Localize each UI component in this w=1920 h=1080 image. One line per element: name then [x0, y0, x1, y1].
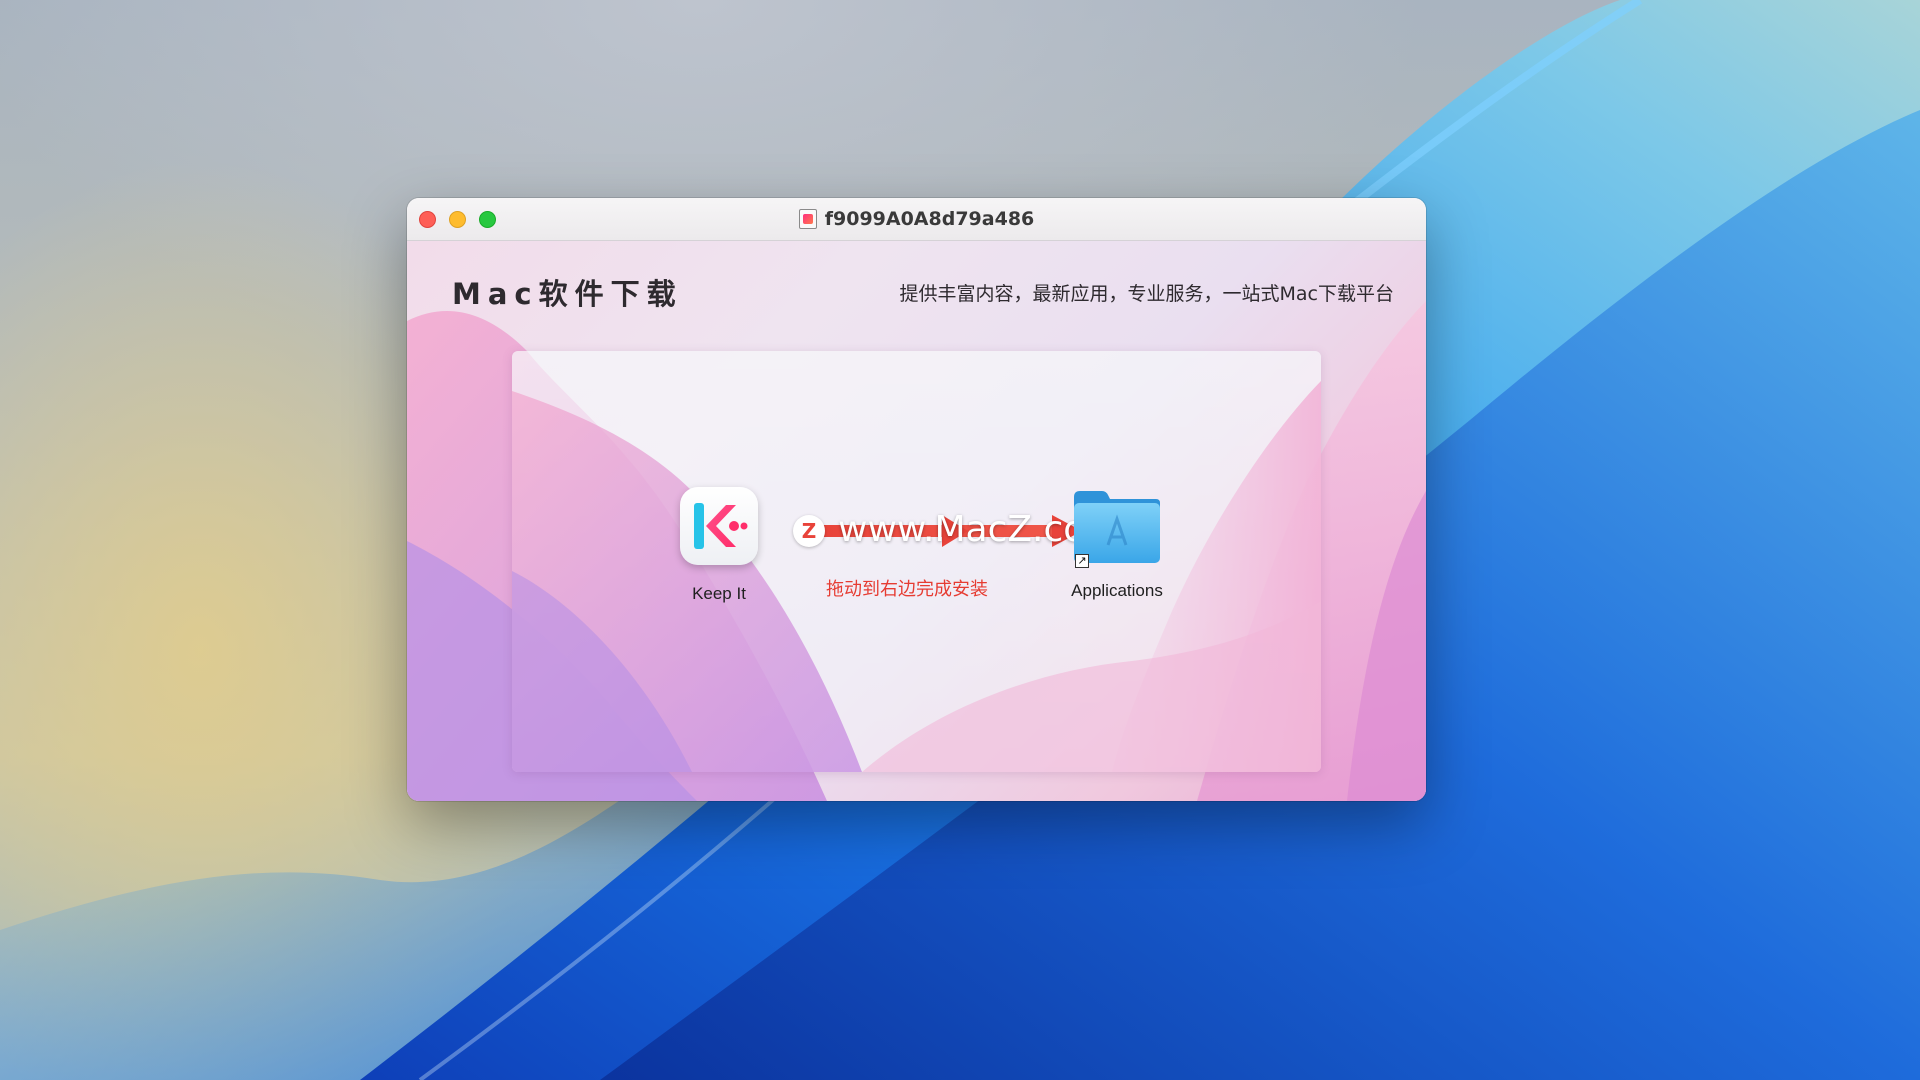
app-name-label: Keep It: [692, 584, 746, 603]
window-titlebar[interactable]: f9099A0A8d79a486: [407, 198, 1426, 241]
alias-arrow-icon: ↗: [1075, 554, 1089, 568]
macz-badge-icon: Z: [793, 515, 825, 547]
drag-install-panel: Keep It Z www.MacZ.com ↗ Applications 拖动…: [512, 351, 1321, 772]
installer-window[interactable]: f9099A0A8d79a486 Mac软件下载 提供丰富内容，最新应用，专业服…: [407, 198, 1426, 801]
panel-background: [512, 351, 1321, 772]
disk-image-icon: [798, 209, 817, 229]
window-title-group: f9099A0A8d79a486: [407, 198, 1426, 240]
brand-tagline: 提供丰富内容，最新应用，专业服务，一站式Mac下载平台: [899, 283, 1394, 305]
desktop: f9099A0A8d79a486 Mac软件下载 提供丰富内容，最新应用，专业服…: [0, 0, 1920, 1080]
window-title: f9099A0A8d79a486: [824, 208, 1035, 230]
keep-it-logo: [694, 503, 748, 549]
keep-it-app-icon[interactable]: [680, 487, 758, 565]
window-content: Mac软件下载 提供丰富内容，最新应用，专业服务，一站式Mac下载平台 Keep…: [407, 241, 1426, 801]
install-hint: 拖动到右边完成安装: [826, 579, 988, 600]
brand-title: Mac软件下载: [452, 277, 683, 311]
applications-label: Applications: [1071, 581, 1163, 600]
